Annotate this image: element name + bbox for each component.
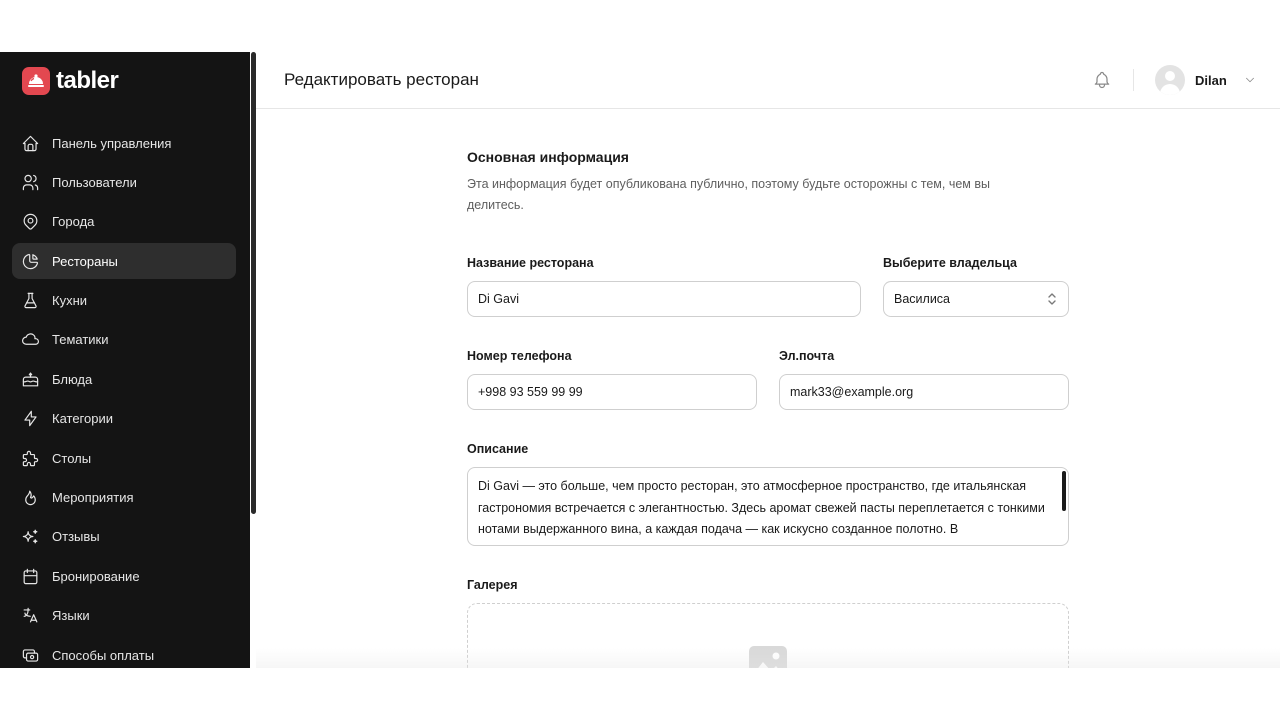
sidebar-item-dishes[interactable]: Блюда (12, 361, 236, 397)
home-icon (20, 133, 40, 153)
sidebar-item-themes[interactable]: Тематики (12, 322, 236, 358)
header-divider (1133, 69, 1134, 91)
sidebar-item-dashboard[interactable]: Панель управления (12, 125, 236, 161)
sidebar-item-languages[interactable]: Языки (12, 598, 236, 634)
calendar-icon (20, 566, 40, 586)
phone-value: +998 93 559 99 99 (478, 385, 583, 399)
email-value: mark33@example.org (790, 385, 914, 399)
page-title: Редактировать ресторан (284, 70, 479, 89)
cake-icon (20, 369, 40, 389)
app-window: tabler Панель управления Пользователи Го… (0, 52, 1280, 668)
selector-icon (1046, 292, 1058, 306)
avatar (1155, 65, 1185, 95)
textarea-scrollbar[interactable] (1062, 471, 1066, 511)
restaurant-name-label: Название ресторана (467, 256, 594, 270)
sidebar-item-cuisines[interactable]: Кухни (12, 283, 236, 319)
sidebar-item-label: Отзывы (52, 529, 100, 545)
sidebar-item-label: Языки (52, 608, 90, 624)
cloche-icon (22, 67, 50, 95)
sidebar-item-label: Категории (52, 411, 113, 427)
sidebar-item-label: Мероприятия (52, 490, 134, 506)
sidebar-item-label: Рестораны (52, 253, 118, 269)
sidebar-item-label: Кухни (52, 293, 88, 309)
image-icon (749, 646, 787, 668)
bell-icon[interactable] (1092, 70, 1112, 90)
restaurant-name-value: Di Gavi (478, 292, 519, 306)
description-textarea[interactable]: Di Gavi — это больше, чем просто рестора… (467, 467, 1069, 546)
sidebar-item-users[interactable]: Пользователи (12, 164, 236, 200)
language-icon (20, 606, 40, 626)
email-label: Эл.почта (779, 349, 835, 363)
logo[interactable]: tabler (22, 66, 119, 96)
sidebar-nav: Панель управления Пользователи Города Ре… (12, 125, 236, 668)
owner-value: Василиса (894, 292, 950, 306)
sidebar-item-label: Бронирование (52, 568, 140, 584)
puzzle-icon (20, 448, 40, 468)
sidebar-item-restaurants[interactable]: Рестораны (12, 243, 236, 280)
description-value: Di Gavi — это больше, чем просто рестора… (478, 479, 1045, 536)
sparkles-icon (20, 527, 40, 547)
chevron-down-icon (1243, 73, 1257, 87)
map-pin-icon (20, 212, 40, 232)
sidebar: tabler Панель управления Пользователи Го… (0, 52, 250, 668)
email-input[interactable]: mark33@example.org (779, 374, 1069, 410)
gallery-dropzone[interactable] (467, 603, 1069, 668)
restaurant-name-input[interactable]: Di Gavi (467, 281, 861, 317)
description-label: Описание (467, 442, 529, 456)
user-name: Dilan (1195, 72, 1227, 88)
sidebar-item-events[interactable]: Мероприятия (12, 480, 236, 516)
top-header: Редактировать ресторан Dilan (256, 52, 1280, 109)
bolt-icon (20, 409, 40, 429)
sidebar-item-payment-methods[interactable]: Способы оплаты (12, 637, 236, 668)
sidebar-item-label: Столы (52, 450, 92, 466)
owner-select[interactable]: Василиса (883, 281, 1069, 317)
user-menu[interactable]: Dilan (1155, 65, 1257, 95)
owner-label: Выберите владельца (883, 256, 1017, 270)
main-content: Основная информация Эта информация будет… (256, 109, 1280, 668)
gallery-label: Галерея (467, 578, 518, 592)
sidebar-item-cities[interactable]: Города (12, 204, 236, 240)
logo-text: tabler (56, 67, 119, 94)
sidebar-item-label: Панель управления (52, 135, 172, 151)
sidebar-item-reviews[interactable]: Отзывы (12, 519, 236, 555)
cloud-icon (20, 330, 40, 350)
flask-icon (20, 291, 40, 311)
sidebar-item-categories[interactable]: Категории (12, 401, 236, 437)
sidebar-item-tables[interactable]: Столы (12, 440, 236, 476)
sidebar-item-label: Способы оплаты (52, 647, 155, 663)
section-title: Основная информация (467, 149, 629, 165)
phone-label: Номер телефона (467, 349, 572, 363)
section-description: Эта информация будет опубликована публич… (467, 177, 990, 212)
sidebar-item-label: Тематики (52, 332, 109, 348)
phone-input[interactable]: +998 93 559 99 99 (467, 374, 757, 410)
cash-icon (20, 645, 40, 665)
sidebar-item-label: Пользователи (52, 174, 137, 190)
chart-pie-icon (20, 251, 40, 271)
sidebar-item-label: Блюда (52, 371, 93, 387)
users-icon (20, 172, 40, 192)
sidebar-item-booking[interactable]: Бронирование (12, 558, 236, 594)
sidebar-item-label: Города (52, 214, 95, 230)
flame-icon (20, 488, 40, 508)
